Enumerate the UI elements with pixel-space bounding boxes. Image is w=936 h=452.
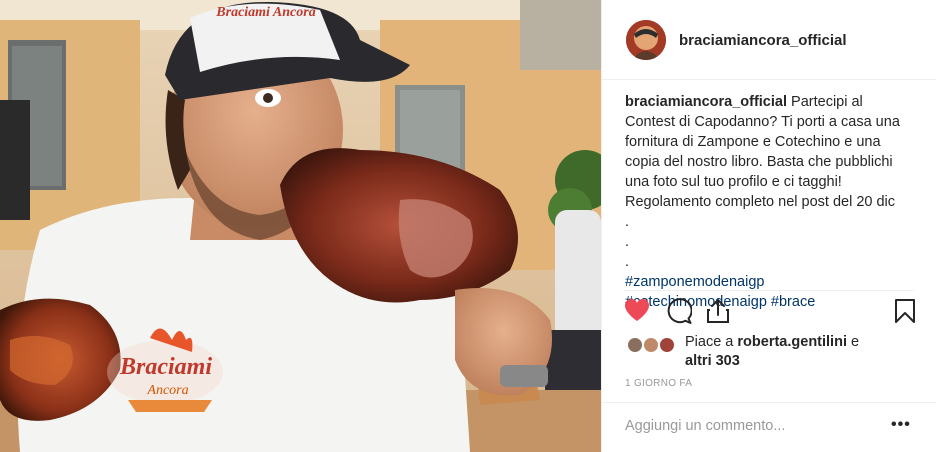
likes-others-link[interactable]: altri 303 [685, 353, 740, 369]
more-options-icon[interactable]: ••• [891, 416, 911, 434]
post-header: braciamiancora_official [602, 0, 936, 80]
caption-line-3: copia del nostro libro. Basta che pubbli… [625, 154, 893, 170]
cap-logo-text: Braciami Ancora [215, 5, 315, 20]
caption-line-2: fornitura di Zampone e Cotechino e una [625, 134, 881, 150]
comment-input[interactable] [625, 415, 875, 437]
post-photo[interactable]: Braciami Ancora Braciami Ancora [0, 0, 601, 452]
likes-prefix: Piace a [685, 334, 734, 350]
shirt-logo-line2: Ancora [146, 383, 188, 398]
likes-summary: Piace a roberta.gentilini e altri 303 [624, 333, 924, 371]
post-side-panel: braciamiancora_official braciamiancora_o… [601, 0, 936, 452]
share-icon[interactable] [706, 298, 730, 329]
post-photo-illustration: Braciami Ancora Braciami Ancora [0, 0, 601, 452]
comment-box: ••• [602, 402, 936, 452]
post-caption: braciamiancora_official Partecipi al Con… [625, 92, 915, 312]
caption-dot-2: . [625, 254, 630, 270]
bookmark-icon[interactable] [894, 298, 916, 329]
actions-divider [624, 290, 914, 291]
caption-line-4: una foto sul tuo profilo e ci tagghi! [625, 174, 842, 190]
avatar-image [626, 20, 666, 60]
shirt-logo-line1: Braciami [119, 354, 212, 380]
caption-username-link[interactable]: braciamiancora_official [625, 94, 787, 110]
liker-avatar [658, 336, 676, 354]
heart-icon[interactable] [624, 298, 650, 327]
profile-avatar[interactable] [626, 20, 666, 60]
comment-icon[interactable] [666, 298, 693, 329]
action-bar [624, 298, 916, 328]
hashtag-zamponemodenaigp[interactable]: #zamponemodenaigp [625, 274, 764, 290]
caption-dot-1: . [625, 234, 630, 250]
likes-suffix: e [851, 334, 860, 350]
liker-username-link[interactable]: roberta.gentilini [737, 334, 847, 350]
caption-line-0: Partecipi al [791, 94, 863, 110]
header-username-link[interactable]: braciamiancora_official [679, 32, 847, 49]
post-timestamp[interactable]: 1 GIORNO FA [625, 378, 692, 389]
caption-line-1: Contest di Capodanno? Ti porti a casa un… [625, 114, 900, 130]
caption-line-5: Regolamento completo nel post del 20 dic [625, 194, 896, 210]
caption-dot-0: . [625, 214, 630, 230]
